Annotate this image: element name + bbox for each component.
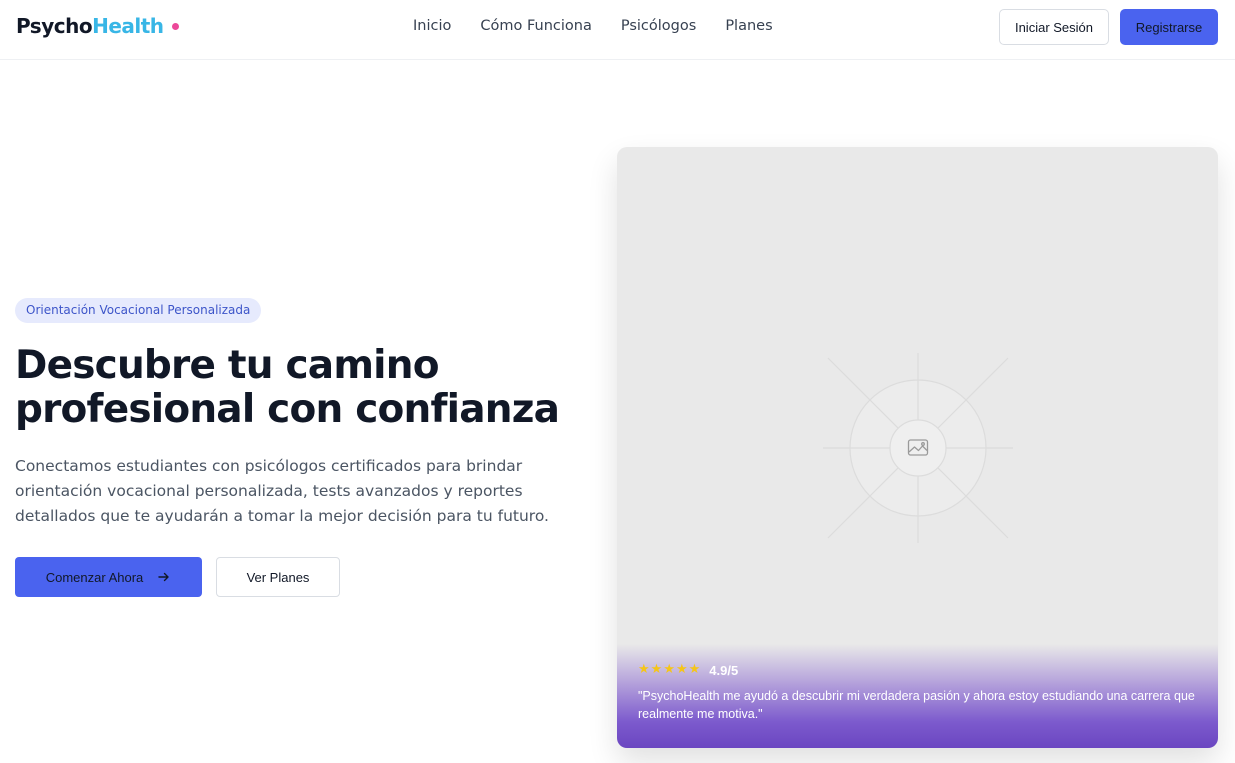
start-now-button[interactable]: Comenzar Ahora — [15, 557, 202, 597]
hero-headline: Descubre tu camino profesional con confi… — [15, 344, 615, 432]
nav-link-planes[interactable]: Planes — [725, 16, 772, 36]
main-nav: Inicio Cómo Funciona Psicólogos Planes — [413, 16, 773, 36]
register-button[interactable]: Registrarse — [1120, 9, 1218, 45]
nav-link-inicio[interactable]: Inicio — [413, 16, 451, 36]
hero-subtitle: Conectamos estudiantes con psicólogos ce… — [15, 457, 549, 525]
star-icon: ★ — [638, 662, 650, 677]
hero-headline-line1: Descubre tu camino — [15, 343, 439, 388]
nav-link-psicologos[interactable]: Psicólogos — [621, 16, 696, 36]
brand-name-part2: Health — [92, 14, 164, 38]
testimonial-quote: "PsychoHealth me ayudó a descubrir mi ve… — [638, 689, 1195, 721]
image-placeholder — [823, 353, 1013, 543]
hero-image-card: ★ ★ ★ ★ ★ 4.9/5 "PsychoHealth me ayudó a… — [617, 147, 1218, 748]
hero-headline-line2: profesional con confianza — [15, 387, 560, 432]
top-navbar: Psycho Health Inicio Cómo Funciona Psicól… — [0, 0, 1235, 60]
login-button[interactable]: Iniciar Sesión — [999, 9, 1109, 45]
testimonial-overlay: ★ ★ ★ ★ ★ 4.9/5 "PsychoHealth me ayudó a… — [617, 644, 1218, 748]
view-plans-button[interactable]: Ver Planes — [216, 557, 340, 597]
brand-logo[interactable]: Psycho Health — [16, 13, 179, 39]
star-icon: ★ — [675, 662, 688, 677]
star-icon: ★ — [688, 662, 701, 677]
brand-name-part1: Psycho — [16, 14, 93, 38]
arrow-right-icon — [158, 572, 169, 582]
hero-badge: Orientación Vocacional Personalizada — [15, 298, 262, 323]
brand-dot-icon — [171, 22, 179, 30]
rating-value: 4.9/5 — [709, 662, 739, 678]
star-icon: ★ — [663, 662, 675, 677]
star-icon: ★ — [650, 662, 663, 677]
rating-row: ★ ★ ★ ★ ★ 4.9/5 — [638, 662, 738, 678]
start-now-label: Comenzar Ahora — [45, 569, 144, 585]
nav-link-como-funciona[interactable]: Cómo Funciona — [480, 16, 591, 36]
